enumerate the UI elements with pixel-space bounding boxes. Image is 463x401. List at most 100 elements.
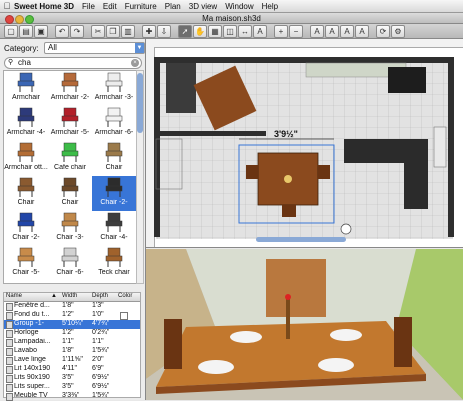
text-style-a-icon[interactable]: A [310,25,324,38]
cut-icon[interactable]: ✂ [91,25,105,38]
catalog-item[interactable]: Teck chair [92,246,136,281]
catalog-item[interactable]: Armchair -6- [92,106,136,141]
plan-wall[interactable] [154,57,160,237]
menu-3d-view[interactable]: 3D view [189,2,217,11]
catalog-item[interactable]: Armchair -2- [48,71,92,106]
catalog-item[interactable]: Chair -3- [48,211,92,246]
catalog-item[interactable]: Armchair -3- [92,71,136,106]
table-row[interactable]: Lampadai... 1'1" 1'1" [4,338,140,347]
plan-chair[interactable] [318,165,330,179]
3d-view[interactable] [146,249,463,400]
new-home-icon[interactable]: ▢ [4,25,18,38]
plan-wall[interactable] [156,131,266,136]
catalog-item[interactable]: Chair -2- [4,211,48,246]
catalog-item-label: Chair [105,164,123,171]
catalog-item[interactable]: Armchair -5- [48,106,92,141]
text-style-b-icon[interactable]: A [325,25,339,38]
catalog-item[interactable]: Armchair [4,71,48,106]
rotate-icon[interactable]: ⟳ [376,25,390,38]
apple-menu-icon[interactable]:  [0,1,14,11]
menu-help[interactable]: Help [262,2,278,11]
catalog-item[interactable]: Chair [4,176,48,211]
plan-lamp[interactable] [340,223,352,235]
save-icon[interactable]: ▣ [34,25,48,38]
select-mode-icon[interactable]: ➚ [178,25,192,38]
catalog-item[interactable]: Chair -6- [48,246,92,281]
row-width: 1'8" [62,347,74,354]
3d-candle [285,294,291,300]
column-depth[interactable]: Depth [92,293,108,299]
plan-chair[interactable] [282,205,296,217]
pan-mode-icon[interactable]: ✋ [193,25,207,38]
add-text-icon[interactable]: A [253,25,267,38]
catalog-item-label: Armchair [11,94,40,101]
column-color[interactable]: Color [118,293,132,299]
chair-thumbnail-icon [60,247,80,267]
redo-icon[interactable]: ↷ [70,25,84,38]
plan-shelf[interactable] [433,126,447,168]
import-furniture-icon[interactable]: ⇩ [157,25,171,38]
menu-furniture[interactable]: Furniture [125,2,157,11]
row-name: Lit 140x190 [14,365,51,372]
table-row[interactable]: Fenêtre d... 1'8" 1'3" [4,302,140,311]
table-row[interactable]: Fond du t... 1'2" 1'0" [4,311,140,320]
catalog-item[interactable]: Armchair -4- [4,106,48,141]
catalog-item[interactable]: Armchair ott... [4,141,48,176]
table-row[interactable]: Lit 140x190 4'11" 6'9" [4,365,140,374]
zoom-out-icon[interactable]: − [289,25,303,38]
menu-edit[interactable]: Edit [103,2,117,11]
open-icon[interactable]: ▤ [19,25,33,38]
scrollbar-thumb[interactable] [137,73,143,133]
category-value: All [48,43,57,52]
app-menu[interactable]: Sweet Home 3D [14,2,74,11]
table-row[interactable]: Group -1- 5'10¼" 4'7¾" [4,320,140,329]
search-input[interactable]: ⚲ cha × [4,57,142,69]
plan-tv[interactable] [388,67,426,93]
plan-view[interactable]: 3'9½" [146,39,463,248]
table-row[interactable]: Lits super... 3'5" 6'9½" [4,383,140,392]
undo-icon[interactable]: ↶ [55,25,69,38]
add-furniture-icon[interactable]: ✚ [142,25,156,38]
text-style-d-icon[interactable]: A [355,25,369,38]
catalog-item-label: Cafe chair [54,164,86,171]
row-depth: 1'5¾" [92,392,110,399]
row-width: 1'11⅝" [62,356,83,363]
preferences-icon[interactable]: ⚙ [391,25,405,38]
table-row[interactable]: Lave linge 1'11⅝" 2'0" [4,356,140,365]
catalog-scrollbar[interactable] [136,70,144,284]
plan-wall[interactable] [448,57,454,237]
catalog-item[interactable]: Chair -4- [92,211,136,246]
menu-window[interactable]: Window [225,2,253,11]
plan-horizontal-scrollbar[interactable] [256,237,346,242]
copy-icon[interactable]: ❐ [106,25,120,38]
column-name[interactable]: Name [6,293,22,299]
category-select[interactable]: All ▼ [44,42,145,54]
menu-file[interactable]: File [82,2,95,11]
plan-counter[interactable] [166,63,196,113]
furniture-icon [6,375,13,383]
chair-thumbnail-icon [60,177,80,197]
column-width[interactable]: Width [62,293,77,299]
catalog-item-label: Chair -2- [12,234,40,241]
catalog-item[interactable]: Chair -2- [92,176,136,211]
catalog-item[interactable]: Chair [92,141,136,176]
text-style-c-icon[interactable]: A [340,25,354,38]
paste-icon[interactable]: ▥ [121,25,135,38]
create-rooms-icon[interactable]: ◫ [223,25,237,38]
table-row[interactable]: Lits 90x190 3'5" 6'9½" [4,374,140,383]
row-width: 4'11" [62,365,77,372]
visible-checkbox[interactable] [120,312,128,320]
catalog-item[interactable]: Chair [48,176,92,211]
table-row[interactable]: Lavabo 1'8" 1'5¾" [4,347,140,356]
menu-plan[interactable]: Plan [165,2,181,11]
catalog-item[interactable]: Cafe chair [48,141,92,176]
catalog-item[interactable]: Chair -5- [4,246,48,281]
plan-chair[interactable] [246,165,258,179]
create-dimensions-icon[interactable]: ↔ [238,25,252,38]
table-row[interactable]: Horloge 1'2" 0'2¾" [4,329,140,338]
create-walls-icon[interactable]: ▦ [208,25,222,38]
zoom-in-icon[interactable]: + [274,25,288,38]
plan-candle[interactable] [284,175,292,183]
plan-wall[interactable] [154,57,454,63]
clear-search-icon[interactable]: × [131,59,139,67]
